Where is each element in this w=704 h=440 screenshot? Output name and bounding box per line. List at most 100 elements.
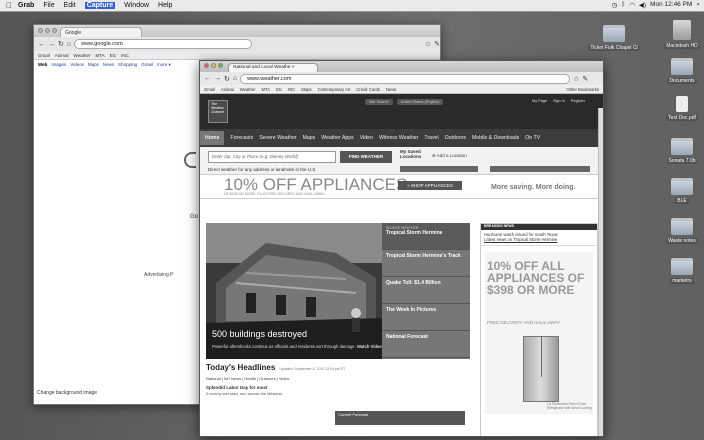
nav-home[interactable]: Home <box>200 131 225 145</box>
zoom-icon[interactable] <box>52 28 57 33</box>
menu-grab[interactable]: Grab <box>18 2 34 9</box>
back-icon[interactable]: ← <box>38 41 45 48</box>
saved-locations[interactable]: My Saved Locations <box>400 149 426 160</box>
clock[interactable]: Mon 12:46 PM <box>650 1 692 9</box>
menu-capture[interactable]: Capture <box>84 2 116 9</box>
nav-web[interactable]: Web <box>38 62 47 68</box>
bookmark-item[interactable]: Animal <box>55 53 69 58</box>
apple-menu-icon[interactable]:  <box>6 1 12 10</box>
spotlight-icon[interactable]: ⌕ <box>696 1 700 9</box>
bookmark-item[interactable]: INC <box>121 53 129 58</box>
register-link[interactable]: Register <box>571 99 585 103</box>
nav-video[interactable]: Video <box>360 135 373 141</box>
nav-more[interactable]: more ▾ <box>157 62 171 68</box>
advertising-link[interactable]: Advertising P <box>144 272 173 278</box>
story-item[interactable]: National Forecast <box>382 331 470 358</box>
bookmark-item[interactable]: INC <box>288 87 295 92</box>
desktop-icon-macintosh-hd[interactable]: Macintosh HD <box>654 20 704 49</box>
headline-story[interactable]: Splendid Labor Day for most <box>206 385 476 390</box>
breaking-news-item[interactable]: Hurricane watch issued for South Texas La… <box>481 230 597 246</box>
current-forecast-box[interactable]: Current Forecast <box>335 411 465 425</box>
nav-maps[interactable]: Maps <box>88 62 99 68</box>
nav-severe[interactable]: Severe Weather <box>259 135 296 141</box>
wifi-icon[interactable]: ◠ <box>629 1 635 9</box>
minimize-icon[interactable] <box>211 63 216 68</box>
twc-logo[interactable]: The Weather Channel <box>208 100 228 123</box>
story-item[interactable]: The Week In Pictures <box>382 304 470 331</box>
shop-appliances-button[interactable]: » SHOP APPLIANCES <box>398 181 462 190</box>
sync-icon[interactable]: ◷ <box>612 1 618 9</box>
bookmark-item[interactable]: Credit Cards <box>356 87 380 92</box>
my-page-link[interactable]: My Page <box>532 99 547 103</box>
bookmark-item[interactable]: Animal <box>221 87 234 92</box>
story-item[interactable]: Quake Toll: $1.4 Billion <box>382 277 470 304</box>
other-bookmarks[interactable]: Other Bookmarks <box>566 87 599 92</box>
hero-story[interactable]: 500 buildings destroyed Powerful aftersh… <box>206 223 382 359</box>
headline-categories[interactable]: National | Int'l News | Health | Outdoor… <box>206 376 476 381</box>
address-bar[interactable]: www.weather.com <box>240 73 571 84</box>
story-item[interactable]: Tropical Storm Hermine's Track <box>382 250 470 277</box>
volume-icon[interactable]: ◀) <box>639 1 646 9</box>
desktop-icon-ticket[interactable]: Ticket Folk Chapel Cl <box>586 25 642 51</box>
hero-caption[interactable]: 500 buildings destroyed <box>212 329 307 339</box>
nav-apps[interactable]: Weather Apps <box>321 135 354 141</box>
bookmark-item[interactable]: Gmail <box>38 53 50 58</box>
desktop-icon-marketrs[interactable]: marketrs <box>654 258 704 284</box>
nav-mobile[interactable]: Mobile & Downloads <box>472 135 519 141</box>
address-bar[interactable]: www.google.com <box>74 39 252 49</box>
nav-witness[interactable]: Witness Weather <box>379 135 418 141</box>
menu-edit[interactable]: Edit <box>64 2 76 9</box>
location-input[interactable]: Enter Zip, City or Place (e.g. Disney Wo… <box>208 151 336 163</box>
zoom-icon[interactable] <box>218 63 223 68</box>
google-button-text[interactable]: Go <box>190 214 198 220</box>
bookmark-item[interactable]: Weather <box>240 87 256 92</box>
desktop-icon-documents[interactable]: Documents <box>654 58 704 84</box>
reload-icon[interactable]: ↻ <box>58 40 64 48</box>
nav-maps[interactable]: Maps <box>303 135 316 141</box>
forward-icon[interactable]: → <box>48 41 55 48</box>
tab-google[interactable]: Google <box>60 27 142 37</box>
desktop-bar[interactable] <box>490 166 590 172</box>
site-search[interactable]: Site Search <box>365 99 393 105</box>
sign-in-link[interactable]: Sign In <box>553 99 565 103</box>
bookmark-item[interactable]: MTA <box>95 53 104 58</box>
nav-outdoors[interactable]: Outdoors <box>445 135 466 141</box>
menu-help[interactable]: Help <box>158 2 172 9</box>
nav-news[interactable]: News <box>103 62 114 68</box>
page-scrollbar[interactable] <box>598 108 603 436</box>
story-item[interactable]: SEVERE WEATHER Tropical Storm Hermine <box>382 223 470 250</box>
bluetooth-icon[interactable]: ᛒ <box>621 1 625 9</box>
desktop-icon-text-doc[interactable]: Text Doc.pdf <box>654 96 704 121</box>
bookmark-item[interactable]: MTA <box>262 87 271 92</box>
home-icon[interactable]: ⌂ <box>67 41 71 48</box>
forward-icon[interactable]: → <box>214 75 221 82</box>
watch-video-link[interactable]: Watch Video <box>357 344 382 349</box>
breaking-link[interactable]: Latest news on Tropical Storm Hermine <box>484 237 557 242</box>
wrench-icon[interactable]: ✎ <box>434 40 440 48</box>
nav-travel[interactable]: Travel <box>424 135 438 141</box>
star-icon[interactable]: ☆ <box>425 40 431 48</box>
change-background-link[interactable]: Change background image <box>37 390 97 396</box>
close-icon[interactable] <box>38 28 43 33</box>
bookmark-item[interactable]: Contemporary Art <box>318 87 351 92</box>
appliance-ad-banner[interactable]: 10% OFF APPLIANCES OF $398 OR MORE, PLUS… <box>200 175 603 199</box>
menu-file[interactable]: File <box>43 2 54 9</box>
reload-icon[interactable]: ↻ <box>224 75 230 83</box>
bookmark-item[interactable]: Etc <box>276 87 282 92</box>
back-icon[interactable]: ← <box>204 75 211 82</box>
desktop-icon-sonata[interactable]: Sonata 7.0b <box>654 138 704 164</box>
add-location-link[interactable]: ⊕ Add a Location <box>432 153 467 159</box>
send-to-phone-bar[interactable] <box>400 166 478 172</box>
bookmark-item[interactable]: Weather <box>74 53 91 58</box>
tab-weather[interactable]: National and Local Weathe × <box>228 63 318 72</box>
star-icon[interactable]: ☆ <box>573 75 579 83</box>
bookmark-item[interactable]: Maps <box>301 87 311 92</box>
desktop-icon-ble[interactable]: BLE <box>654 178 704 204</box>
bookmark-item[interactable]: Gmail <box>204 87 215 92</box>
nav-images[interactable]: Images <box>51 62 66 68</box>
bookmark-item[interactable]: News <box>386 87 396 92</box>
nav-forecasts[interactable]: Forecasts <box>230 135 253 141</box>
close-icon[interactable] <box>204 63 209 68</box>
find-weather-button[interactable]: FIND WEATHER <box>340 151 392 163</box>
region-select[interactable]: United States (English) <box>396 99 444 105</box>
